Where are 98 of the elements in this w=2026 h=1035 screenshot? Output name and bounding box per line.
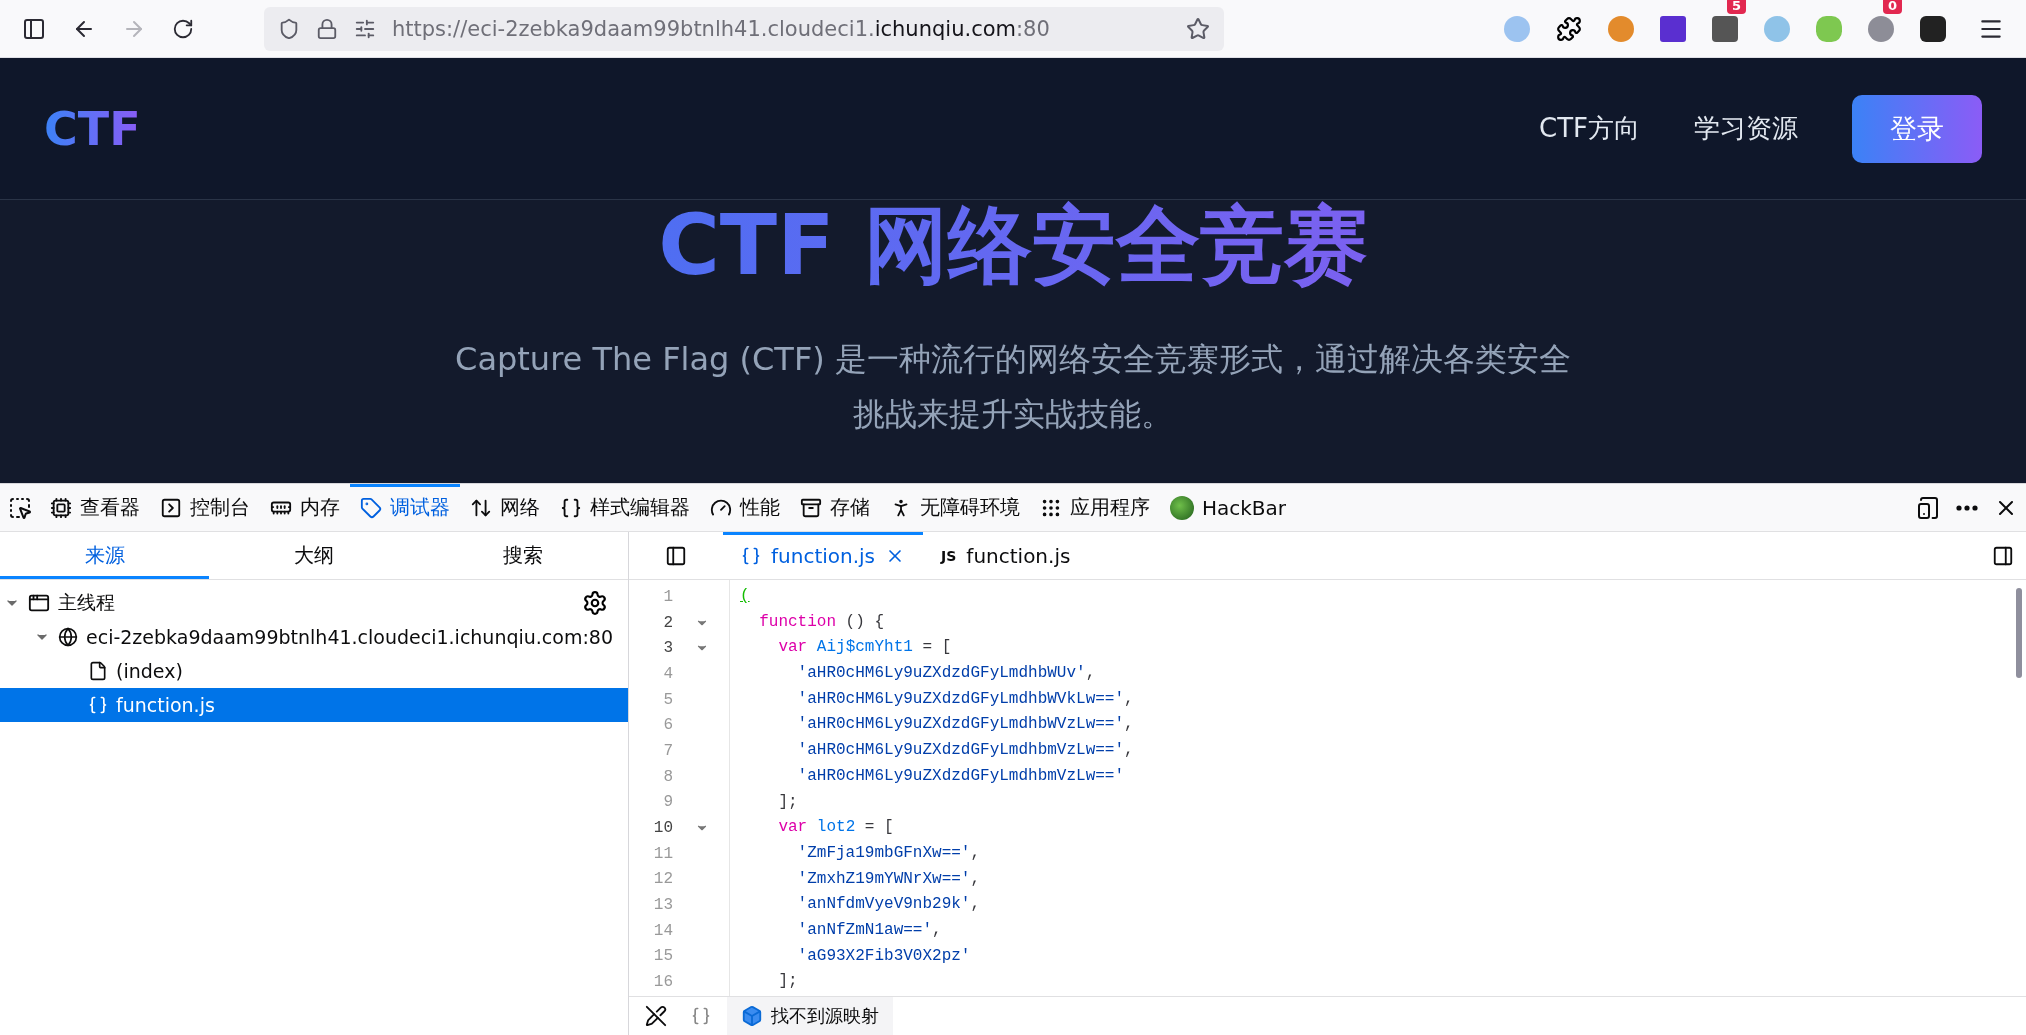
tree-item[interactable]: eci-2zebka9daam99btnlh41.cloudeci1.ichunqiu.com:80 [0,620,628,654]
devtools-tab[interactable]: 性能 [700,484,790,531]
panel-left-icon [665,544,687,567]
storage-icon [800,496,822,519]
notification-badge: 0 [1882,0,1902,14]
tree-item-label: function.js [116,694,215,716]
code-line: 'anNfdmVyeV9nb29k', [796,894,982,916]
line-number: 13 [652,896,673,915]
panel-tab[interactable]: 来源 [0,532,210,579]
star-icon[interactable] [1186,16,1210,41]
code-line: ]; [777,791,799,813]
braces-icon [741,545,761,566]
source-map-status[interactable]: 找不到源映射 [727,997,893,1035]
code-line: 'aHR0cHM6Ly9uZXdzdGFyLmdhbWUv', [796,663,1097,685]
braces-icon [560,496,582,519]
permissions-icon[interactable] [354,17,376,40]
devtools-tab[interactable]: 内存 [260,484,350,531]
nav-link[interactable]: 学习资源 [1694,111,1798,146]
file-icon [88,661,108,681]
line-number: 15 [652,947,673,966]
line-number: 9 [662,793,673,812]
line-number: 3 [662,639,673,658]
line-number: 7 [662,741,673,760]
hackbar-icon [1170,495,1194,520]
devtools-tab[interactable]: 样式编辑器 [550,484,700,531]
puzzle-icon[interactable] [1556,15,1582,42]
tree-item-label: (index) [116,660,183,682]
code-line: 'aHR0cHM6Ly9uZXdzdGFyLmdhbWVkLw==', [796,688,1135,710]
tree-item-label: 主线程 [58,590,115,615]
console-icon [160,496,182,519]
cube-icon [741,1005,763,1027]
extension-icon[interactable] [1712,15,1738,42]
shield-icon[interactable] [278,17,300,40]
tag-icon [360,496,382,519]
code-line: ]; [777,971,799,993]
tree-item[interactable]: 主线程 [0,586,628,620]
line-number: 11 [652,844,673,863]
code-line: 'aHR0cHM6Ly9uZXdzdGFyLmdhbWVzLw==', [796,714,1135,736]
extension-icon[interactable] [1920,15,1946,42]
login-button[interactable]: 登录 [1852,94,1982,163]
line-number: 6 [662,716,673,735]
notification-badge: 5 [1726,0,1746,14]
line-number: 8 [662,767,673,786]
editor-tab[interactable]: JS function.js [923,532,1089,579]
code-line: 'aHR0cHM6Ly9uZXdzdGFyLmdhbmVzLw==' [796,765,1126,787]
ellipsis-icon [1956,504,1978,511]
nav-link[interactable]: CTF方向 [1539,111,1640,146]
line-number: 2 [662,613,673,632]
pointer-icon [8,495,32,520]
code-line: var Aij$cmYht1 = [ [777,637,953,659]
lock-icon[interactable] [316,17,338,40]
scrollbar-thumb[interactable] [2016,588,2022,678]
code-line: 'ZmxhZ19mYWNrXw==', [796,868,982,890]
devtools-tab[interactable]: HackBar [1160,484,1297,531]
devtools-tab[interactable]: 控制台 [150,484,260,531]
tree-item[interactable]: function.js [0,688,628,722]
chip-icon [50,496,72,519]
settings-icon[interactable] [582,590,608,616]
devtools-tab[interactable]: 无障碍环境 [880,484,1030,531]
devtools-tab[interactable]: 调试器 [350,484,460,531]
devtools-tab[interactable]: 存储 [790,484,880,531]
line-number: 1 [662,587,673,606]
code-line: var lot2 = [ [777,817,895,839]
code-line: 'anNfZmN1aw==', [796,919,943,941]
code-line: ( [740,586,751,607]
braces-icon [691,1006,711,1026]
devtools-tab[interactable]: 应用程序 [1030,484,1160,531]
panel-tab[interactable]: 大纲 [209,532,419,579]
line-number: 14 [652,921,673,940]
sidebar-icon [22,16,46,41]
editor-tab[interactable]: function.js [723,532,924,579]
panel-tab[interactable]: 搜索 [418,532,628,579]
url-text: https://eci-2zebka9daam99btnlh41.cloudeci1.ichunqiu.com:80 [392,16,1051,41]
source-map-text: 找不到源映射 [771,1004,879,1028]
hero-text: Capture The Flag (CTF) 是一种流行的网络安全竞赛形式，通过解决各类安全挑战来提升实战技能。 [454,339,1572,435]
tree-item-label: eci-2zebka9daam99btnlh41.cloudeci1.ichunqiu.com:80 [86,626,614,648]
globe-icon [58,627,78,647]
line-number: 12 [652,870,673,889]
code-line: function () { [758,611,886,633]
line-number: 5 [662,690,673,709]
braces-icon [88,695,108,715]
code-line: 'aG93X2Fib3V0X2pz' [796,945,972,967]
tree-item[interactable]: (index) [0,654,628,688]
panel-right-icon [1992,544,2014,567]
devices-icon [1916,495,1940,520]
line-number: 4 [662,664,673,683]
line-number: 16 [652,973,673,992]
pen-off-icon [645,1005,667,1027]
code-line: 'aHR0cHM6Ly9uZXdzdGFyLmdhbmVzLw==', [796,740,1135,762]
reload-icon [172,17,194,40]
code-line: 'ZmFja19mbGFnXw==', [796,842,982,864]
address-bar[interactable]: https://eci-2zebka9daam99btnlh41.cloudeci1.ichunqiu.com:80 [264,6,1224,51]
devtools-tab[interactable]: 查看器 [40,484,150,531]
extension-icon[interactable] [1660,15,1686,42]
js-label: JS [941,547,957,564]
window-icon [28,592,50,614]
line-number: 10 [652,819,673,838]
devtools-tab[interactable]: 网络 [460,484,550,531]
